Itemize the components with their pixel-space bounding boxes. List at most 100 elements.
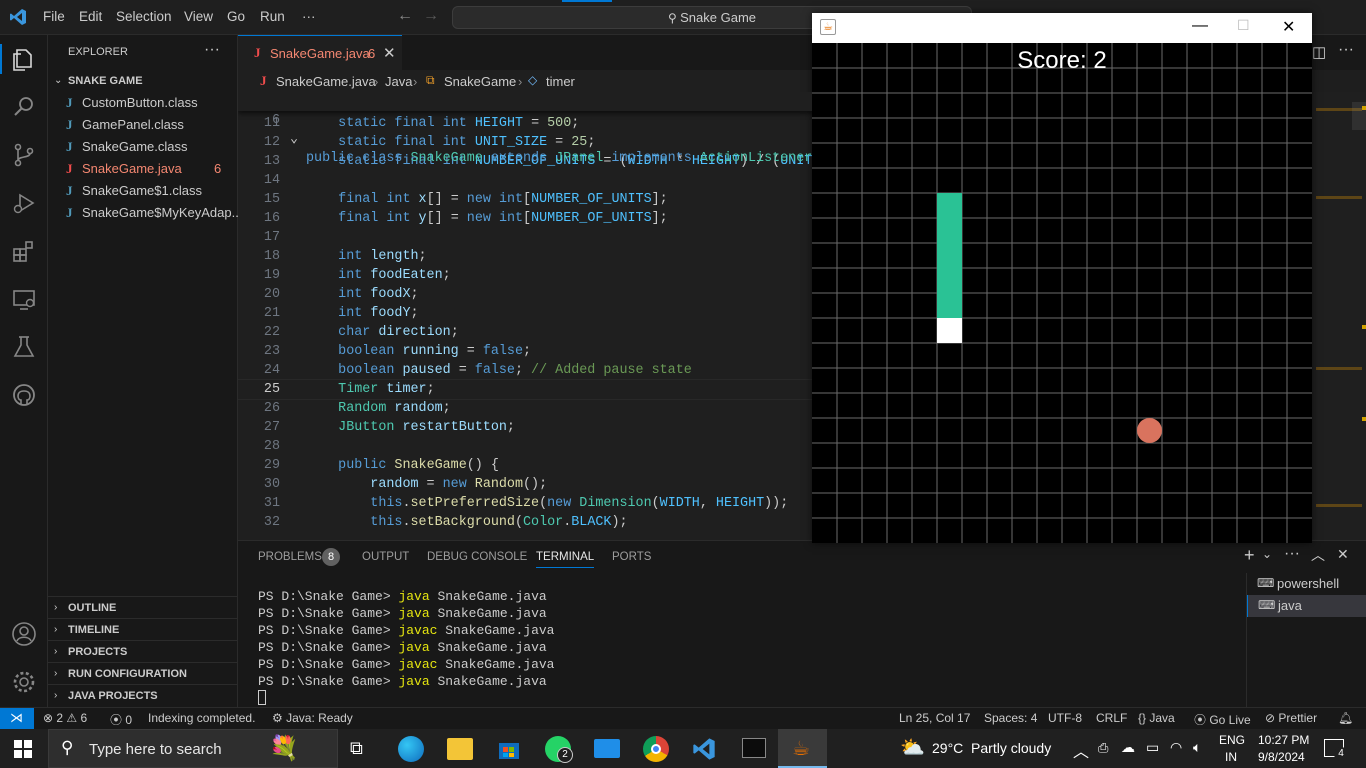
code-line[interactable]: 11 static final int HEIGHT = 500; [238, 114, 812, 133]
task-view-icon[interactable]: ⧉ [350, 738, 363, 759]
indentation-status[interactable]: Spaces: 4 [984, 711, 1037, 725]
code-line[interactable]: 22 char direction; [238, 323, 812, 342]
code-line[interactable]: 28 [238, 437, 812, 456]
menu-more[interactable]: ··· [302, 9, 316, 24]
github-icon[interactable] [10, 381, 38, 409]
section-java-projects[interactable]: › JAVA PROJECTS [48, 684, 238, 706]
game-board[interactable]: Score: 2 [812, 43, 1312, 543]
java-app-taskbar-item[interactable]: ☕︎ [778, 729, 827, 768]
mail-icon[interactable] [594, 739, 620, 758]
run-debug-icon[interactable] [10, 189, 38, 217]
code-line[interactable]: 15 final int x[] = new int[NUMBER_OF_UNI… [238, 190, 812, 209]
code-line[interactable]: 25 Timer timer; [238, 379, 812, 400]
section-projects[interactable]: › PROJECTS [48, 640, 238, 662]
code-editor[interactable]: 6 ⌄ public class SnakeGame extends JPane… [238, 92, 812, 540]
minimap[interactable] [1312, 92, 1366, 540]
code-line[interactable]: 24 boolean paused = false; // Added paus… [238, 361, 812, 380]
menu-view[interactable]: View [184, 9, 213, 24]
code-line[interactable]: 16 final int y[] = new int[NUMBER_OF_UNI… [238, 209, 812, 228]
code-line[interactable]: 14 [238, 171, 812, 190]
code-line[interactable]: 31 this.setPreferredSize(new Dimension(W… [238, 494, 812, 513]
maximize-button[interactable]: ☐ [1237, 17, 1250, 34]
chrome-icon[interactable] [643, 736, 669, 762]
breadcrumb-lang[interactable]: Java [385, 74, 412, 89]
back-arrow-icon[interactable]: ← [397, 7, 413, 25]
battery-icon[interactable]: ▭ [1146, 739, 1159, 756]
code-line[interactable]: 27 JButton restartButton; [238, 418, 812, 437]
breadcrumb-class[interactable]: SnakeGame [444, 74, 516, 89]
accounts-icon[interactable] [10, 620, 38, 648]
menu-edit[interactable]: Edit [79, 9, 102, 24]
remote-indicator[interactable]: ⋊ [0, 708, 34, 729]
section-outline[interactable]: › OUTLINE [48, 596, 238, 618]
code-line[interactable]: 23 boolean running = false; [238, 342, 812, 361]
notification-center-icon[interactable]: 4 [1324, 739, 1348, 761]
breadcrumb-field[interactable]: timer [546, 74, 575, 89]
tab-terminal[interactable]: TERMINAL [536, 551, 595, 568]
file-explorer-icon[interactable] [447, 738, 473, 760]
explorer-icon[interactable] [10, 45, 38, 73]
chevron-down-icon[interactable]: ⌄ [1262, 547, 1272, 561]
menu-selection[interactable]: Selection [116, 9, 172, 24]
code-line[interactable]: 32 this.setBackground(Color.BLACK); [238, 513, 812, 532]
file-item[interactable]: J CustomButton.class [48, 92, 238, 114]
source-control-icon[interactable] [10, 141, 38, 169]
file-item[interactable]: J GamePanel.class [48, 114, 238, 136]
folder-snake-game[interactable]: ⌄ SNAKE GAME [48, 70, 238, 92]
menu-run[interactable]: Run [260, 9, 285, 24]
go-live-button[interactable]: ⦿ Go Live [1194, 711, 1251, 728]
split-editor-icon[interactable]: ◫ [1312, 43, 1326, 61]
code-line[interactable]: 29 public SnakeGame() { [238, 456, 812, 475]
game-title-bar[interactable]: ☕︎ — ☐ ✕ [812, 13, 1312, 43]
encoding-status[interactable]: UTF-8 [1048, 711, 1082, 725]
code-line[interactable]: 17 [238, 228, 812, 247]
volume-icon[interactable]: 🔈︎ [1193, 739, 1201, 756]
search-icon[interactable] [10, 93, 38, 121]
section-timeline[interactable]: › TIMELINE [48, 618, 238, 640]
tab-ports[interactable]: PORTS [612, 551, 651, 563]
file-item-active[interactable]: J SnakeGame.java 6 [48, 158, 238, 180]
terminal-item-java[interactable]: ⌨ java [1247, 595, 1366, 617]
close-icon[interactable]: ✕ [383, 44, 396, 62]
new-terminal-icon[interactable]: + [1244, 545, 1255, 566]
editor-more-icon[interactable]: ··· [1338, 41, 1354, 59]
prettier-status[interactable]: ⊘ Prettier [1265, 711, 1317, 725]
testing-icon[interactable] [10, 333, 38, 361]
code-line[interactable]: 19 int foodEaten; [238, 266, 812, 285]
whatsapp-icon[interactable]: 2 [545, 736, 573, 763]
explorer-more-icon[interactable]: ··· [204, 41, 220, 59]
settings-gear-icon[interactable] [10, 668, 38, 696]
wifi-icon[interactable]: ◠ [1170, 739, 1182, 756]
close-window-button[interactable]: ✕ [1282, 17, 1295, 37]
tab-debug-console[interactable]: DEBUG CONSOLE [427, 551, 527, 563]
onedrive-icon[interactable]: ☁ [1121, 739, 1135, 756]
eol-status[interactable]: CRLF [1096, 711, 1127, 725]
terminal-item-powershell[interactable]: ⌨ powershell [1247, 573, 1366, 595]
sticky-scroll-line[interactable]: 6 ⌄ public class SnakeGame extends JPane… [238, 92, 812, 166]
code-line[interactable]: 20 int foodX; [238, 285, 812, 304]
code-line[interactable]: 18 int length; [238, 247, 812, 266]
taskbar-search-box[interactable]: ⚲ Type here to search 💐 [48, 729, 338, 768]
errors-status[interactable]: ⊗ 2 ⚠ 6 [43, 711, 87, 725]
remote-explorer-icon[interactable] [10, 285, 38, 313]
terminal-taskbar-icon[interactable] [742, 738, 766, 758]
code-line[interactable]: 21 int foodY; [238, 304, 812, 323]
microsoft-store-icon[interactable] [497, 737, 521, 761]
file-item[interactable]: J SnakeGame$MyKeyAdap... [48, 202, 238, 224]
minimize-button[interactable]: — [1192, 17, 1208, 35]
vscode-taskbar-icon[interactable] [692, 737, 716, 761]
extensions-icon[interactable] [10, 237, 38, 265]
windows-start-icon[interactable] [14, 740, 32, 758]
breadcrumb-file[interactable]: SnakeGame.java [276, 74, 376, 89]
meet-now-icon[interactable]: ⎙ [1098, 740, 1108, 756]
ports-status[interactable]: ⦿ 0 [110, 711, 132, 728]
file-item[interactable]: J SnakeGame.class [48, 136, 238, 158]
language-status[interactable]: {} Java [1138, 711, 1175, 725]
code-line[interactable]: 30 random = new Random(); [238, 475, 812, 494]
tab-snakegame-java[interactable]: J SnakeGame.java 6 ✕ [238, 35, 402, 70]
notifications-bell-icon[interactable]: 🔔︎ [1338, 711, 1353, 725]
maximize-panel-icon[interactable]: ︿ [1311, 545, 1325, 565]
chevron-up-icon[interactable]: ︿ [1073, 738, 1089, 762]
close-panel-icon[interactable]: ✕ [1337, 546, 1349, 563]
forward-arrow-icon[interactable]: → [423, 7, 439, 25]
